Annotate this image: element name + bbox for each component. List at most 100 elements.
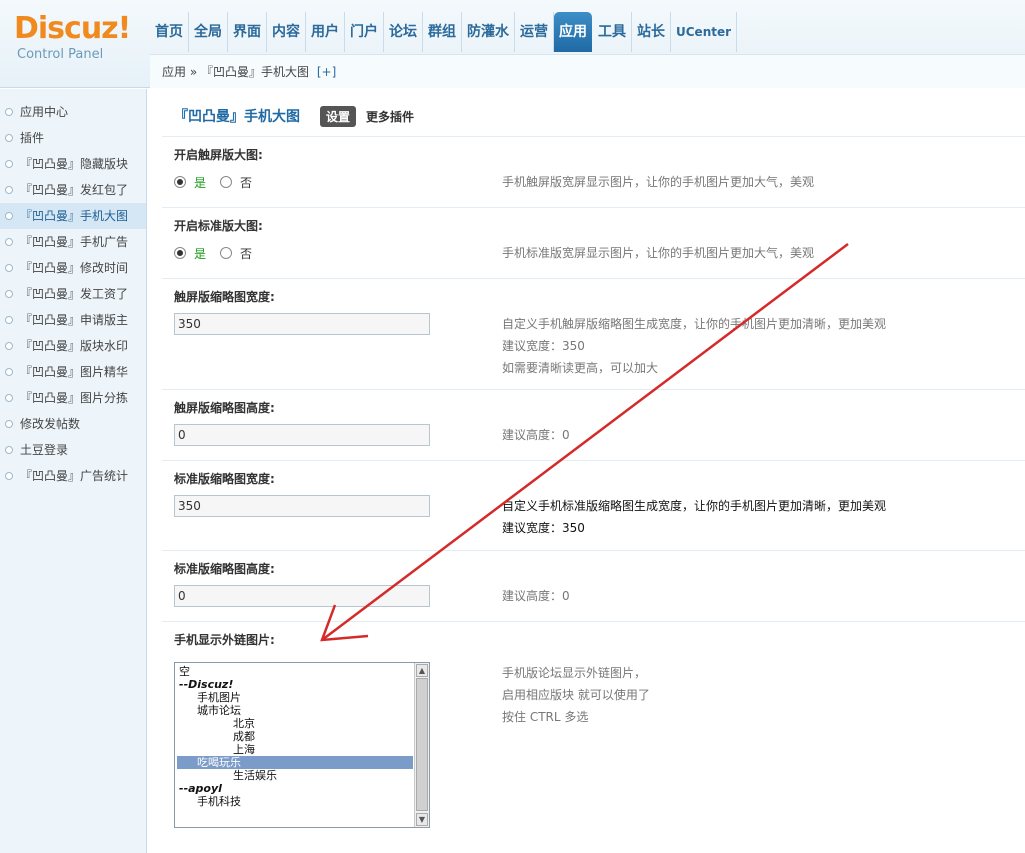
setting-label: 标准版缩略图高度:	[174, 562, 275, 576]
input-row: 建议高度：0	[174, 424, 1025, 446]
sidebar-item[interactable]: 『凹凸曼』广告统计	[0, 463, 146, 489]
listbox-option[interactable]: 生活娱乐	[177, 769, 413, 782]
logo[interactable]: Discuz! Control Panel	[14, 11, 131, 64]
std-thumb-height-input[interactable]	[174, 585, 430, 607]
forum-multiselect[interactable]: 空 --Discuz! 手机图片 城市论坛 北京 成都 上海 吃喝玩乐 生活娱乐 --apoyl 手…	[174, 662, 430, 828]
radio-no-label[interactable]: 否	[240, 245, 252, 262]
listbox-option[interactable]: 成都	[177, 730, 413, 743]
sidebar-item[interactable]: 『凹凸曼』图片精华	[0, 359, 146, 385]
touch-thumb-height-input[interactable]	[174, 424, 430, 446]
sidebar-item[interactable]: 『凹凸曼』图片分拣	[0, 385, 146, 411]
plugin-title-row: 『凹凸曼』手机大图 设置 更多插件	[162, 96, 1025, 136]
listbox-option[interactable]: 吃喝玩乐	[177, 756, 413, 769]
breadcrumb-separator: »	[189, 65, 198, 79]
radio-yes-label[interactable]: 是	[194, 174, 206, 191]
sidebar-item[interactable]: 『凹凸曼』修改时间	[0, 255, 146, 281]
nav-item[interactable]: 首页	[150, 12, 189, 52]
breadcrumb-section[interactable]: 应用	[162, 65, 186, 79]
setting-label: 开启标准版大图:	[174, 219, 263, 233]
desc-line: 启用相应版块 就可以使用了	[502, 688, 650, 702]
sidebar-item[interactable]: 修改发帖数	[0, 411, 146, 437]
listbox-option[interactable]: 空	[177, 665, 413, 678]
desc-line: 自定义手机触屏版缩略图生成宽度，让你的手机图片更加清晰，更加美观	[502, 317, 887, 331]
scroll-thumb[interactable]	[416, 678, 428, 811]
sidebar-item[interactable]: 插件	[0, 125, 146, 151]
listbox-option[interactable]: 上海	[177, 743, 413, 756]
setting-touch-thumb-height: 触屏版缩略图高度: 建议高度：0	[162, 389, 1025, 460]
listbox-options: 空 --Discuz! 手机图片 城市论坛 北京 成都 上海 吃喝玩乐 生活娱乐 --apoyl 手…	[175, 663, 413, 808]
nav-item[interactable]: 运营	[515, 12, 554, 52]
radio-no[interactable]	[220, 176, 233, 188]
nav-item[interactable]: 论坛	[384, 12, 423, 52]
nav-item[interactable]: 防灌水	[462, 12, 515, 52]
radio-no-label[interactable]: 否	[240, 174, 252, 191]
setting-label: 触屏版缩略图宽度:	[174, 290, 275, 304]
sidebar-item[interactable]: 『凹凸曼』手机大图	[0, 203, 146, 229]
nav-item[interactable]: 站长	[632, 12, 671, 52]
listbox-scrollbar[interactable]: ▲ ▼	[414, 663, 429, 827]
setting-description: 建议高度：0	[502, 589, 570, 603]
listbox-option[interactable]: --apoyl	[177, 782, 413, 795]
sidebar-item[interactable]: 『凹凸曼』发工资了	[0, 281, 146, 307]
std-thumb-width-input[interactable]	[174, 495, 430, 517]
nav-item[interactable]: 全局	[189, 12, 228, 52]
nav-item[interactable]: UCenter	[671, 12, 738, 52]
sidebar-item[interactable]: 『凹凸曼』手机广告	[0, 229, 146, 255]
setting-description: 手机版论坛显示外链图片， 启用相应版块 就可以使用了 按住 CTRL 多选	[502, 662, 650, 728]
listbox-option[interactable]: 手机科技	[177, 795, 413, 808]
tab-settings[interactable]: 设置	[320, 105, 357, 127]
nav-item[interactable]: 应用	[554, 12, 592, 52]
nav-item[interactable]: 门户	[345, 12, 384, 52]
sidebar-item[interactable]: 『凹凸曼』版块水印	[0, 333, 146, 359]
input-row: 自定义手机触屏版缩略图生成宽度，让你的手机图片更加清晰，更加美观 建议宽度：35…	[174, 313, 1025, 375]
logo-brand: Discuz!	[14, 11, 131, 46]
radio-no[interactable]	[220, 247, 233, 259]
desc-line: 建议宽度：350	[502, 339, 585, 353]
nav-item[interactable]: 用户	[306, 12, 345, 52]
listbox-option[interactable]: 手机图片	[177, 691, 413, 704]
desc-line: 按住 CTRL 多选	[502, 710, 589, 724]
sidebar-item[interactable]: 土豆登录	[0, 437, 146, 463]
logo-subtitle: Control Panel	[17, 47, 104, 62]
sidebar-item[interactable]: 『凹凸曼』隐藏版块	[0, 151, 146, 177]
radio-group: 是 否 手机触屏版宽屏显示图片，让你的手机图片更加大气，美观	[174, 171, 1025, 193]
sidebar-item[interactable]: 『凹凸曼』发红包了	[0, 177, 146, 203]
listbox-option[interactable]: 城市论坛	[177, 704, 413, 717]
page-title: 『凹凸曼』手机大图	[174, 109, 300, 125]
add-shortcut-link[interactable]: [+]	[317, 65, 336, 79]
sidebar-item[interactable]: 应用中心	[0, 99, 146, 125]
scroll-up-icon[interactable]: ▲	[416, 664, 428, 677]
nav-item[interactable]: 内容	[267, 12, 306, 52]
setting-description: 自定义手机触屏版缩略图生成宽度，让你的手机图片更加清晰，更加美观 建议宽度：35…	[502, 313, 886, 379]
setting-description: 自定义手机标准版缩略图生成宽度，让你的手机图片更加清晰，更加美观 建议宽度：35…	[502, 495, 886, 539]
sidebar: 应用中心 插件 『凹凸曼』隐藏版块 『凹凸曼』发红包了 『凹凸曼』手机大图 『凹凸曼』手机…	[0, 89, 147, 853]
setting-description: 建议高度：0	[502, 428, 570, 442]
radio-yes[interactable]	[174, 247, 186, 259]
top-nav: 首页 全局 界面 内容 用户 门户 论坛 群组 防灌水 运营 应用 工具 站长 UCenter	[150, 12, 738, 52]
radio-yes[interactable]	[174, 176, 186, 188]
desc-line: 如需要清晰读更高，可以加大	[502, 361, 659, 375]
desc-line: 建议宽度：350	[502, 521, 585, 535]
setting-label: 开启触屏版大图:	[174, 148, 263, 162]
nav-item[interactable]: 界面	[228, 12, 267, 52]
tab-more-plugins[interactable]: 更多插件	[366, 108, 414, 125]
scroll-down-icon[interactable]: ▼	[416, 813, 428, 826]
touch-thumb-width-input[interactable]	[174, 313, 430, 335]
setting-description: 手机标准版宽屏显示图片，让你的手机图片更加大气，美观	[502, 246, 815, 260]
desc-line: 自定义手机标准版缩略图生成宽度，让你的手机图片更加清晰，更加美观	[502, 499, 887, 513]
setting-std-big-image: 开启标准版大图: 是 否 手机标准版宽屏显示图片，让你的手机图片更加大气，美观	[162, 207, 1025, 278]
sidebar-item[interactable]: 『凹凸曼』申请版主	[0, 307, 146, 333]
main-content: 『凹凸曼』手机大图 设置 更多插件 开启触屏版大图: 是 否 手机触屏版宽屏显示…	[162, 96, 1025, 853]
nav-item[interactable]: 群组	[423, 12, 462, 52]
input-row: 建议高度：0	[174, 585, 1025, 607]
setting-label: 手机显示外链图片:	[174, 633, 275, 647]
listbox-option[interactable]: --Discuz!	[177, 678, 413, 691]
setting-touch-thumb-width: 触屏版缩略图宽度: 自定义手机触屏版缩略图生成宽度，让你的手机图片更加清晰，更加…	[162, 278, 1025, 389]
listbox-option[interactable]: 北京	[177, 717, 413, 730]
app-window: Discuz! Control Panel 首页 全局 界面 内容 用户 门户 论坛 群组 防灌…	[0, 0, 1025, 853]
setting-std-thumb-width: 标准版缩略图宽度: 自定义手机标准版缩略图生成宽度，让你的手机图片更加清晰，更加…	[162, 460, 1025, 550]
nav-item[interactable]: 工具	[593, 12, 632, 52]
setting-description: 手机触屏版宽屏显示图片，让你的手机图片更加大气，美观	[502, 175, 815, 189]
setting-touch-big-image: 开启触屏版大图: 是 否 手机触屏版宽屏显示图片，让你的手机图片更加大气，美观	[162, 136, 1025, 207]
radio-yes-label[interactable]: 是	[194, 245, 206, 262]
